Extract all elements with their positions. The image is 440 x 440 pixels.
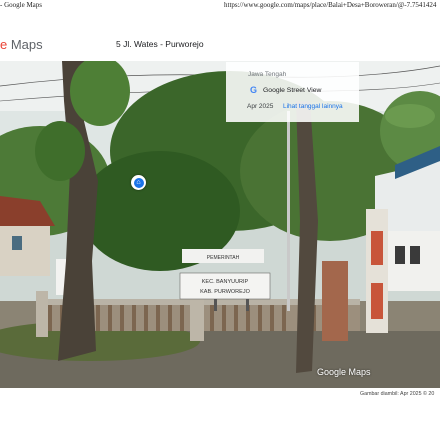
street-view-location-pin-icon[interactable]: ⌂ xyxy=(131,175,146,190)
region-label: Jawa Tengah xyxy=(248,71,287,78)
print-page-url: https://www.google.com/maps/place/Balai+… xyxy=(224,1,437,9)
sign-text-2: KEC. BANYUURIP xyxy=(202,279,249,285)
street-view-scene: PEMERINTAH KEC. BANYUURIP KAB. PURWOREJO xyxy=(0,61,440,388)
google-maps-logo[interactable]: e Maps xyxy=(0,37,43,52)
sign-text-1: PEMERINTAH xyxy=(207,255,240,261)
image-capture-footer: Gambar diambil: Apr 2025 © 20 xyxy=(360,391,435,397)
place-address: 5 Jl. Wates - Purworejo xyxy=(116,39,204,49)
google-g-icon: G xyxy=(250,85,258,95)
street-view-photo[interactable]: PEMERINTAH KEC. BANYUURIP KAB. PURWOREJO xyxy=(0,61,440,388)
print-page-title: - Google Maps xyxy=(0,1,42,9)
logo-word: Maps xyxy=(7,37,43,52)
google-maps-watermark: Google Maps xyxy=(317,367,371,377)
print-header: - Google Maps https://www.google.com/map… xyxy=(0,0,440,12)
pin-inner-icon: ⌂ xyxy=(133,177,144,188)
other-dates-link[interactable]: Lihat tanggal lainnya xyxy=(283,103,343,110)
street-view-label: Google Street View xyxy=(263,87,322,94)
street-view-info-card: Jawa Tengah G Google Street View Apr 202… xyxy=(226,62,359,122)
sign-text-3: KAB. PURWOREJO xyxy=(200,289,250,295)
capture-date: Apr 2025 xyxy=(247,103,274,110)
